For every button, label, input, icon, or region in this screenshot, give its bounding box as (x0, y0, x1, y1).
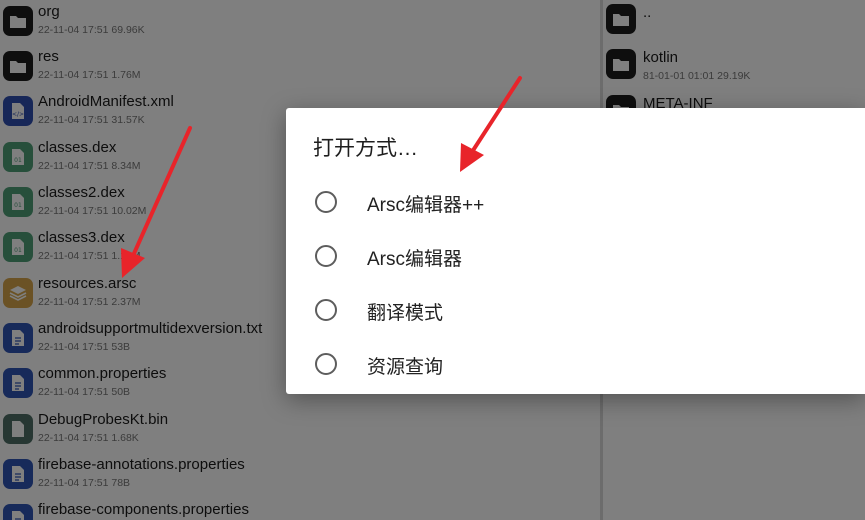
dialog-title: 打开方式… (313, 137, 418, 160)
option-label: Arsc编辑器++ (367, 195, 485, 216)
option-translate-mode[interactable]: 翻译模式 (286, 284, 865, 336)
option-resource-lookup[interactable]: 资源查询 (286, 338, 865, 390)
option-label: Arsc编辑器 (367, 249, 463, 270)
option-label: 翻译模式 (367, 303, 444, 324)
option-arsc-editor[interactable]: Arsc编辑器 (286, 230, 865, 282)
radio-button-icon[interactable] (315, 353, 337, 375)
radio-button-icon[interactable] (315, 191, 337, 213)
option-arsc-editor-plus[interactable]: Arsc编辑器++ (286, 176, 865, 228)
radio-button-icon[interactable] (315, 299, 337, 321)
open-with-dialog: 打开方式… Arsc编辑器++ Arsc编辑器 翻译模式 资源查询 (286, 108, 865, 394)
option-label: 资源查询 (367, 357, 444, 378)
radio-button-icon[interactable] (315, 245, 337, 267)
